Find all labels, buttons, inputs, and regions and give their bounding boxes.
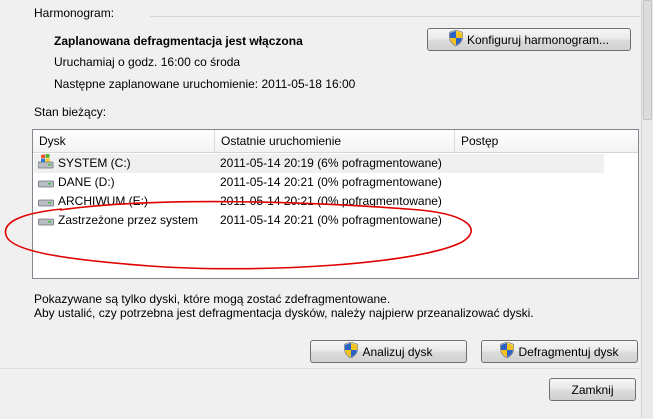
uac-shield-icon [448,29,464,49]
info-line-2: Aby ustalić, czy potrzebna jest defragme… [34,306,534,320]
close-button-label: Zamknij [571,382,614,397]
table-row[interactable]: DANE (D:) 2011-05-14 20:21 (0% pofragmen… [34,173,604,192]
close-button[interactable]: Zamknij [549,378,636,401]
schedule-next: Następne zaplanowane uruchomienie: 2011-… [54,77,356,91]
window-scrollbar[interactable] [641,0,653,418]
row-last-run: 2011-05-14 20:19 (6% pofragmentowane) [220,156,442,170]
column-header-disk[interactable]: Dysk [33,130,215,152]
disk-list-header: Dysk Ostatnie uruchomienie Postęp [33,130,638,153]
defragment-disk-button[interactable]: Defragmentuj dysk [481,340,638,363]
row-disk-name: SYSTEM (C:) [58,156,131,170]
hard-drive-icon [38,177,54,189]
column-header-progress[interactable]: Postęp [455,130,638,152]
table-row[interactable]: SYSTEM (C:) 2011-05-14 20:19 (6% pofragm… [34,153,604,173]
row-last-run: 2011-05-14 20:21 (0% pofragmentowane) [220,175,442,189]
schedule-section-label: Harmonogram: [34,6,115,20]
system-drive-icon [37,153,54,170]
uac-shield-icon [500,341,515,361]
schedule-divider [150,16,640,17]
configure-schedule-button[interactable]: Konfiguruj harmonogram... [427,28,631,51]
column-header-last-run[interactable]: Ostatnie uruchomienie [215,130,455,152]
configure-schedule-label: Konfiguruj harmonogram... [466,32,610,47]
info-line-1: Pokazywane są tylko dyski, które mogą zo… [34,292,391,306]
row-disk-name: DANE (D:) [58,175,115,189]
uac-shield-icon [344,341,359,361]
analyze-disk-label: Analizuj dysk [362,344,433,359]
current-section-label: Stan bieżący: [34,105,107,119]
red-annotation-scribble [4,200,472,270]
schedule-runs: Uruchamiaj o godz. 16:00 co środa [54,55,241,69]
defragment-disk-label: Defragmentuj dysk [518,344,619,359]
schedule-status: Zaplanowana defragmentacja jest włączona [54,34,303,48]
analyze-disk-button[interactable]: Analizuj dysk [310,340,467,363]
scrollbar-thumb[interactable] [643,0,652,120]
